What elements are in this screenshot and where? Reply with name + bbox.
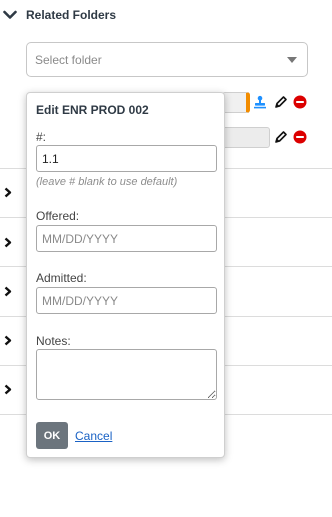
chevron-right-icon[interactable] — [4, 187, 12, 198]
cancel-link[interactable]: Cancel — [75, 429, 112, 443]
stamp-icon[interactable] — [253, 95, 267, 109]
chevron-right-icon[interactable] — [4, 286, 12, 297]
pencil-icon[interactable] — [274, 95, 288, 109]
number-hint: (leave # blank to use default) — [36, 176, 178, 188]
admitted-date-input[interactable] — [36, 287, 217, 314]
related-folders-header[interactable]: Related Folders — [0, 0, 332, 30]
pencil-icon[interactable] — [274, 130, 288, 144]
number-input[interactable] — [36, 145, 217, 172]
notes-label: Notes: — [36, 334, 71, 348]
section-title: Related Folders — [26, 8, 117, 22]
offered-date-input[interactable] — [36, 225, 217, 252]
folder-select[interactable]: Select folder — [26, 42, 308, 77]
edit-folder-popover: Edit ENR PROD 002 #: (leave # blank to u… — [26, 92, 225, 458]
offered-label: Offered: — [36, 209, 80, 223]
remove-circle-icon[interactable] — [293, 95, 307, 109]
chevron-right-icon[interactable] — [4, 335, 12, 346]
chevron-down-icon[interactable] — [3, 10, 17, 20]
folder-row-number-field[interactable] — [222, 92, 250, 113]
page: Related Folders Select folder Edit ENR P… — [0, 0, 332, 517]
folder-row-number-field[interactable] — [222, 127, 270, 148]
admitted-label: Admitted: — [36, 271, 87, 285]
number-label: #: — [36, 130, 47, 144]
caret-down-icon — [287, 57, 297, 63]
chevron-right-icon[interactable] — [4, 237, 12, 248]
folder-select-placeholder: Select folder — [35, 53, 102, 67]
remove-circle-icon[interactable] — [293, 130, 307, 144]
popover-title: Edit ENR PROD 002 — [36, 103, 149, 117]
ok-button[interactable]: OK — [36, 422, 68, 449]
notes-textarea[interactable] — [36, 349, 217, 400]
chevron-right-icon[interactable] — [4, 384, 12, 395]
